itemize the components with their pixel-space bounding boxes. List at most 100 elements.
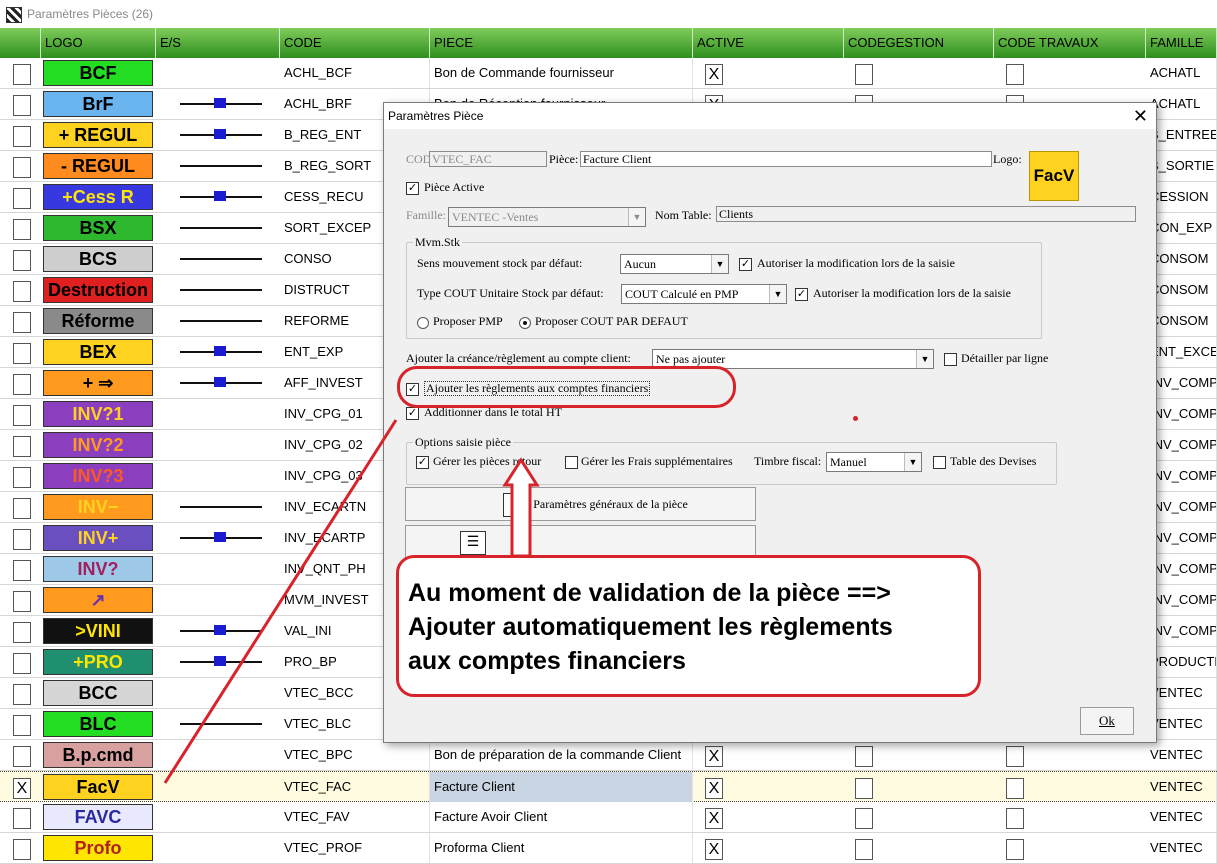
active-checkbox[interactable]: X — [705, 746, 723, 767]
es-slider-icon — [180, 226, 262, 230]
row-select-checkbox[interactable] — [13, 250, 31, 271]
table-row[interactable]: FAVC VTEC_FAV Facture Avoir Client VENTEC X — [0, 802, 1217, 833]
gerer-frais-checkbox[interactable] — [565, 456, 578, 469]
row-logo: - REGUL — [43, 153, 153, 179]
red-dot-marker — [853, 416, 858, 421]
row-select-checkbox[interactable] — [13, 498, 31, 519]
header-piece[interactable]: PIECE — [430, 28, 693, 58]
parametres-generaux-button[interactable]: ☰ Paramètres généraux de la pièce — [405, 487, 756, 521]
code-travaux-checkbox[interactable] — [1006, 778, 1024, 799]
row-select-checkbox[interactable] — [13, 560, 31, 581]
table-row[interactable]: Profo VTEC_PROF Proforma Client VENTEC X — [0, 833, 1217, 864]
es-slider-icon — [180, 722, 262, 726]
row-select-checkbox[interactable] — [13, 374, 31, 395]
row-select-checkbox[interactable] — [13, 343, 31, 364]
logo-preview[interactable]: FacV — [1029, 151, 1079, 201]
gerer-frais-label: Gérer les Frais supplémentaires — [581, 454, 733, 468]
active-checkbox[interactable]: X — [705, 778, 723, 799]
row-code: VTEC_BPC — [280, 740, 430, 770]
row-select-checkbox[interactable] — [13, 715, 31, 736]
timbre-select[interactable]: Manuel ▼ — [826, 452, 922, 472]
table-devises-checkbox[interactable] — [933, 456, 946, 469]
dialog-title: Paramètres Pièce — [388, 109, 484, 123]
table-row[interactable]: X FacV VTEC_FAC Facture Client VENTEC X — [0, 771, 1217, 802]
type-cout-select[interactable]: COUT Calculé en PMP ▼ — [621, 284, 787, 304]
row-select-checkbox[interactable] — [13, 405, 31, 426]
row-piece: Bon de préparation de la commande Client — [430, 740, 693, 770]
active-checkbox[interactable]: X — [705, 64, 723, 85]
row-logo: BrF — [43, 91, 153, 117]
header-famille[interactable]: FAMILLE — [1146, 28, 1217, 58]
codegestion-checkbox[interactable] — [855, 746, 873, 767]
proposer-pmp-radio[interactable] — [417, 317, 429, 329]
active-checkbox[interactable]: X — [705, 839, 723, 860]
es-slider-icon — [180, 319, 262, 323]
codegestion-checkbox[interactable] — [855, 808, 873, 829]
table-row[interactable]: B.p.cmd VTEC_BPC Bon de préparation de la … — [0, 740, 1217, 771]
table-row[interactable]: BCF ACHL_BCF Bon de Commande fournisseur AC… — [0, 58, 1217, 89]
codegestion-checkbox[interactable] — [855, 64, 873, 85]
code-travaux-checkbox[interactable] — [1006, 808, 1024, 829]
es-slider-icon — [180, 625, 262, 635]
code-travaux-checkbox[interactable] — [1006, 64, 1024, 85]
close-icon[interactable]: ✕ — [1133, 106, 1148, 127]
row-select-checkbox[interactable] — [13, 591, 31, 612]
code-travaux-checkbox[interactable] — [1006, 839, 1024, 860]
autoriser-cout-checkbox[interactable]: ✓ — [795, 288, 808, 301]
codegestion-checkbox[interactable] — [855, 839, 873, 860]
row-select-checkbox[interactable] — [13, 467, 31, 488]
row-select-checkbox[interactable] — [13, 312, 31, 333]
row-select-checkbox[interactable] — [13, 746, 31, 767]
autoriser-sens-checkbox[interactable]: ✓ — [739, 258, 752, 271]
row-select-checkbox[interactable] — [13, 653, 31, 674]
header-code[interactable]: CODE — [280, 28, 430, 58]
codegestion-checkbox[interactable] — [855, 778, 873, 799]
chevron-down-icon: ▼ — [711, 255, 728, 273]
proposer-cout-defaut-radio[interactable] — [519, 317, 531, 329]
header-es[interactable]: E/S — [156, 28, 280, 58]
row-select-checkbox[interactable] — [13, 126, 31, 147]
row-logo: Réforme — [43, 308, 153, 334]
callout-line-1: Au moment de validation de la pièce ==> — [408, 579, 891, 607]
nom-table-field[interactable]: Clients — [716, 206, 1136, 222]
row-select-checkbox[interactable] — [13, 622, 31, 643]
row-select-checkbox[interactable] — [13, 436, 31, 457]
nom-table-label: Nom Table: — [655, 208, 712, 222]
row-famille: VENTEC — [1146, 772, 1217, 802]
detailler-checkbox[interactable] — [944, 353, 957, 366]
row-select-checkbox[interactable] — [13, 188, 31, 209]
code-travaux-checkbox[interactable] — [1006, 746, 1024, 767]
row-select-checkbox[interactable] — [13, 64, 31, 85]
header-select[interactable] — [0, 28, 41, 58]
header-active[interactable]: ACTIVE — [693, 28, 844, 58]
creance-value: Ne pas ajouter — [656, 352, 726, 366]
ok-button[interactable]: Ok — [1080, 707, 1134, 735]
row-famille: VENTEC — [1146, 740, 1217, 770]
sens-select[interactable]: Aucun ▼ — [620, 254, 729, 274]
row-select-checkbox[interactable] — [13, 219, 31, 240]
row-select-checkbox[interactable] — [13, 281, 31, 302]
gerer-retour-checkbox[interactable]: ✓ — [416, 456, 429, 469]
es-slider-icon — [180, 191, 262, 201]
row-logo: FAVC — [43, 804, 153, 830]
row-select-checkbox[interactable] — [13, 157, 31, 178]
header-logo[interactable]: LOGO — [41, 28, 156, 58]
es-slider-icon — [180, 505, 262, 509]
creance-label: Ajouter la créance/règlement au compte c… — [406, 351, 631, 365]
row-select-checkbox[interactable] — [13, 839, 31, 860]
row-select-checkbox[interactable]: X — [13, 778, 31, 799]
header-code-travaux[interactable]: CODE TRAVAUX — [994, 28, 1146, 58]
active-checkbox[interactable]: X — [705, 808, 723, 829]
row-select-checkbox[interactable] — [13, 684, 31, 705]
annotation-callout: Au moment de validation de la pièce ==> … — [396, 555, 981, 697]
row-select-checkbox[interactable] — [13, 95, 31, 116]
piece-field[interactable]: Facture Client — [580, 151, 992, 167]
second-dialog-button[interactable]: ☰ — [405, 525, 756, 559]
row-piece: Facture Avoir Client — [430, 802, 693, 832]
header-codegestion[interactable]: CODEGESTION — [844, 28, 994, 58]
additionner-checkbox[interactable]: ✓ — [406, 407, 419, 420]
chevron-down-icon: ▼ — [904, 453, 921, 471]
piece-active-checkbox[interactable]: ✓ — [406, 182, 419, 195]
row-select-checkbox[interactable] — [13, 529, 31, 550]
row-select-checkbox[interactable] — [13, 808, 31, 829]
